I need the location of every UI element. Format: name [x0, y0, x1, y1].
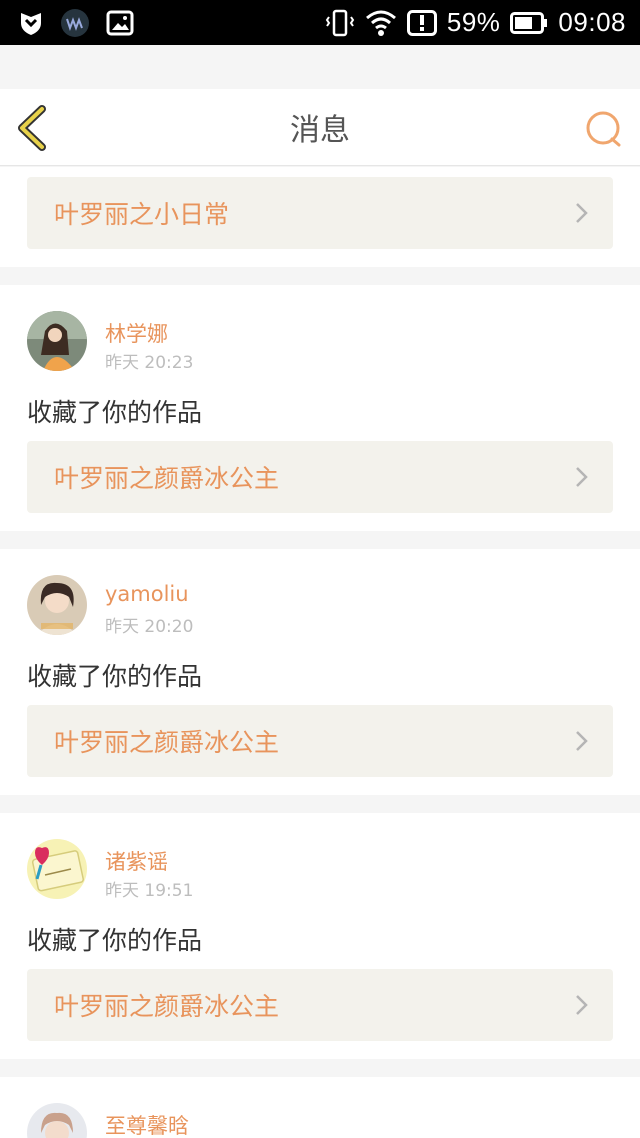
- action-text: 收藏了你的作品: [27, 662, 203, 691]
- work-title: 叶罗丽之小日常: [54, 200, 230, 229]
- user-name[interactable]: 至尊馨晗: [105, 1110, 189, 1138]
- vibrate-icon: [325, 9, 355, 36]
- avatar[interactable]: [27, 311, 87, 371]
- page-title: 消息: [290, 113, 350, 148]
- message-time: 昨天 19:51: [105, 881, 194, 901]
- app-icon: [61, 8, 89, 37]
- clock: 09:08: [558, 7, 626, 37]
- message-card: 诸紫谣 昨天 19:51 收藏了你的作品 叶罗丽之颜爵冰公主: [0, 813, 640, 1059]
- message-card-partial: 叶罗丽之小日常: [0, 167, 640, 267]
- chevron-right-icon: [576, 995, 588, 1015]
- action-text: 收藏了你的作品: [27, 926, 203, 955]
- user-name[interactable]: 林学娜: [105, 318, 168, 348]
- search-icon[interactable]: [584, 109, 624, 149]
- battery-percent: 59%: [446, 7, 501, 37]
- avatar[interactable]: [27, 1103, 87, 1138]
- alert-icon: [406, 9, 437, 36]
- status-bar: 59% 09:08: [0, 0, 640, 45]
- status-bar-left: [18, 8, 134, 38]
- work-title: 叶罗丽之颜爵冰公主: [54, 464, 280, 493]
- work-link[interactable]: 叶罗丽之颜爵冰公主: [27, 705, 613, 777]
- work-link[interactable]: 叶罗丽之小日常: [27, 177, 613, 249]
- back-arrow-icon[interactable]: [14, 105, 54, 151]
- image-icon: [106, 10, 134, 35]
- action-text: 收藏了你的作品: [27, 398, 203, 427]
- battery-icon: [510, 11, 548, 34]
- avatar[interactable]: [27, 839, 87, 899]
- messages-screen: 59% 09:08 消息 叶罗丽之小日常 林学娜 昨天 20:23 收藏了你的作…: [0, 0, 640, 1138]
- message-card: yamoliu 昨天 20:20 收藏了你的作品 叶罗丽之颜爵冰公主: [0, 549, 640, 795]
- work-title: 叶罗丽之颜爵冰公主: [54, 992, 280, 1021]
- chevron-right-icon: [576, 203, 588, 223]
- chevron-right-icon: [576, 467, 588, 487]
- message-time: 昨天 20:23: [105, 353, 194, 373]
- message-card: 林学娜 昨天 20:23 收藏了你的作品 叶罗丽之颜爵冰公主: [0, 285, 640, 531]
- work-link[interactable]: 叶罗丽之颜爵冰公主: [27, 441, 613, 513]
- message-card: 至尊馨晗: [0, 1077, 640, 1138]
- avatar[interactable]: [27, 575, 87, 635]
- wifi-icon: [365, 10, 396, 36]
- user-name[interactable]: 诸紫谣: [105, 846, 168, 876]
- status-bar-right: 59% 09:08: [325, 7, 626, 38]
- shield-icon: [21, 12, 41, 35]
- chevron-right-icon: [576, 731, 588, 751]
- work-title: 叶罗丽之颜爵冰公主: [54, 728, 280, 757]
- user-name[interactable]: yamoliu: [105, 582, 189, 606]
- message-time: 昨天 20:20: [105, 617, 194, 637]
- work-link[interactable]: 叶罗丽之颜爵冰公主: [27, 969, 613, 1041]
- nav-header: 消息: [0, 89, 640, 166]
